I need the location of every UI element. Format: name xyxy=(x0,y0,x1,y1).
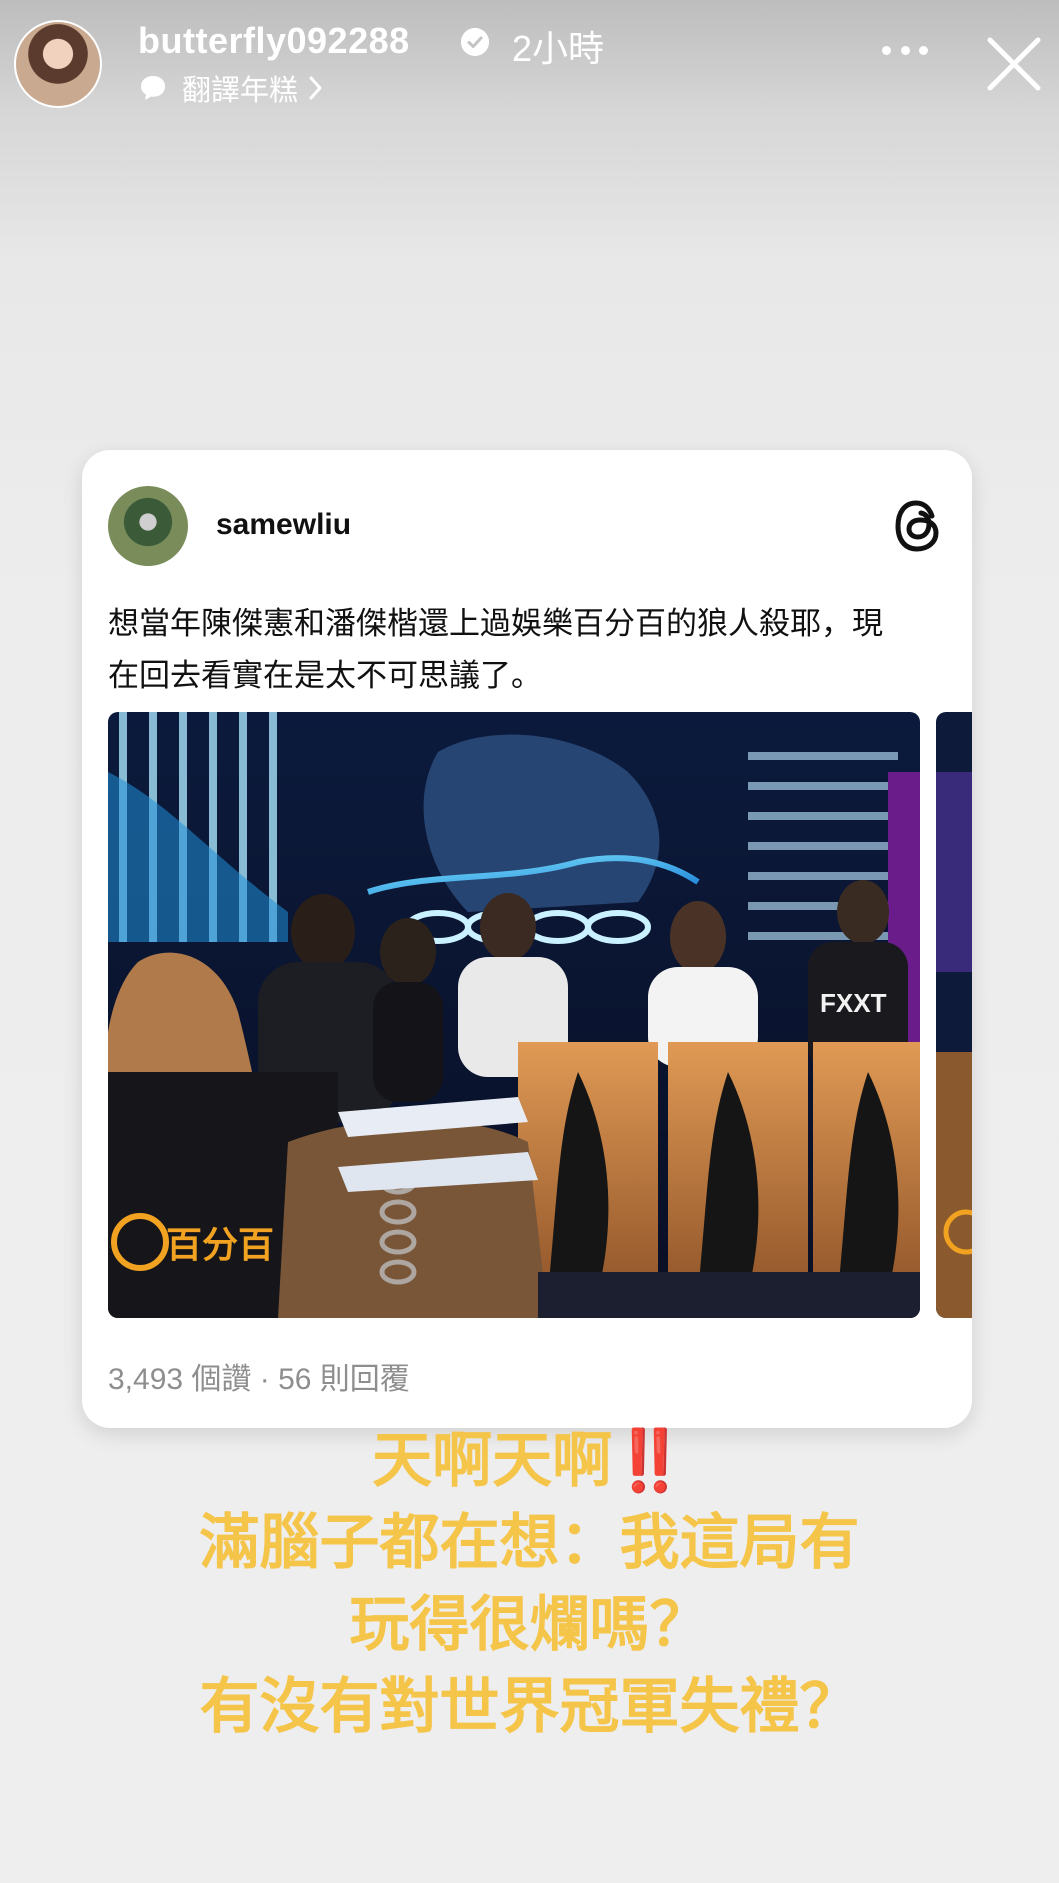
verified-badge-icon xyxy=(461,28,489,56)
show-logo: 百分百 xyxy=(166,1225,274,1266)
caption-line-1-text: 天啊天啊 xyxy=(372,1426,613,1496)
post-photo[interactable]: FXXT 百分百 xyxy=(108,712,920,1318)
translate-label: 翻譯年糕 xyxy=(182,75,299,107)
story-avatar[interactable] xyxy=(14,20,102,108)
translate-link[interactable]: 翻譯年糕 xyxy=(138,68,324,108)
chevron-right-icon xyxy=(309,76,322,100)
post-author-username[interactable]: samewliu xyxy=(216,508,351,542)
story-time-ago: 2小時 xyxy=(512,28,605,69)
speech-bubble-icon xyxy=(141,76,165,100)
shared-threads-post[interactable]: samewliu 想當年陳傑憲和潘傑楷還上過娛樂百分百的狼人殺耶，現 在回去看實… xyxy=(82,450,972,1428)
double-exclamation-icon: ‼️ xyxy=(612,1426,687,1496)
story-caption: 天啊天啊‼️ 滿腦子都在想：我這局有 玩得很爛嗎？ 有沒有對世界冠軍失禮？ xyxy=(0,1420,1059,1748)
close-icon[interactable] xyxy=(985,35,1043,93)
shirt-text: FXXT xyxy=(820,988,887,1018)
post-text: 想當年陳傑憲和潘傑楷還上過娛樂百分百的狼人殺耶，現 在回去看實在是太不可思議了。 xyxy=(108,606,883,693)
more-options-icon[interactable] xyxy=(882,46,928,62)
post-stats[interactable]: 3,493 個讚 · 56 則回覆 xyxy=(108,1354,410,1398)
caption-line-3: 玩得很爛嗎？ xyxy=(349,1590,710,1660)
next-photo-preview[interactable] xyxy=(936,712,972,1318)
threads-logo-icon xyxy=(895,500,939,552)
caption-line-2: 滿腦子都在想：我這局有 xyxy=(199,1508,860,1578)
story-username[interactable]: butterfly092288 xyxy=(138,20,410,62)
caption-line-4: 有沒有對世界冠軍失禮？ xyxy=(199,1672,860,1742)
post-author-avatar[interactable] xyxy=(108,486,188,566)
caption-line-1: 天啊天啊‼️ xyxy=(0,1420,1059,1502)
story-header: butterfly092288 2小時 翻譯年糕 xyxy=(0,0,1059,120)
